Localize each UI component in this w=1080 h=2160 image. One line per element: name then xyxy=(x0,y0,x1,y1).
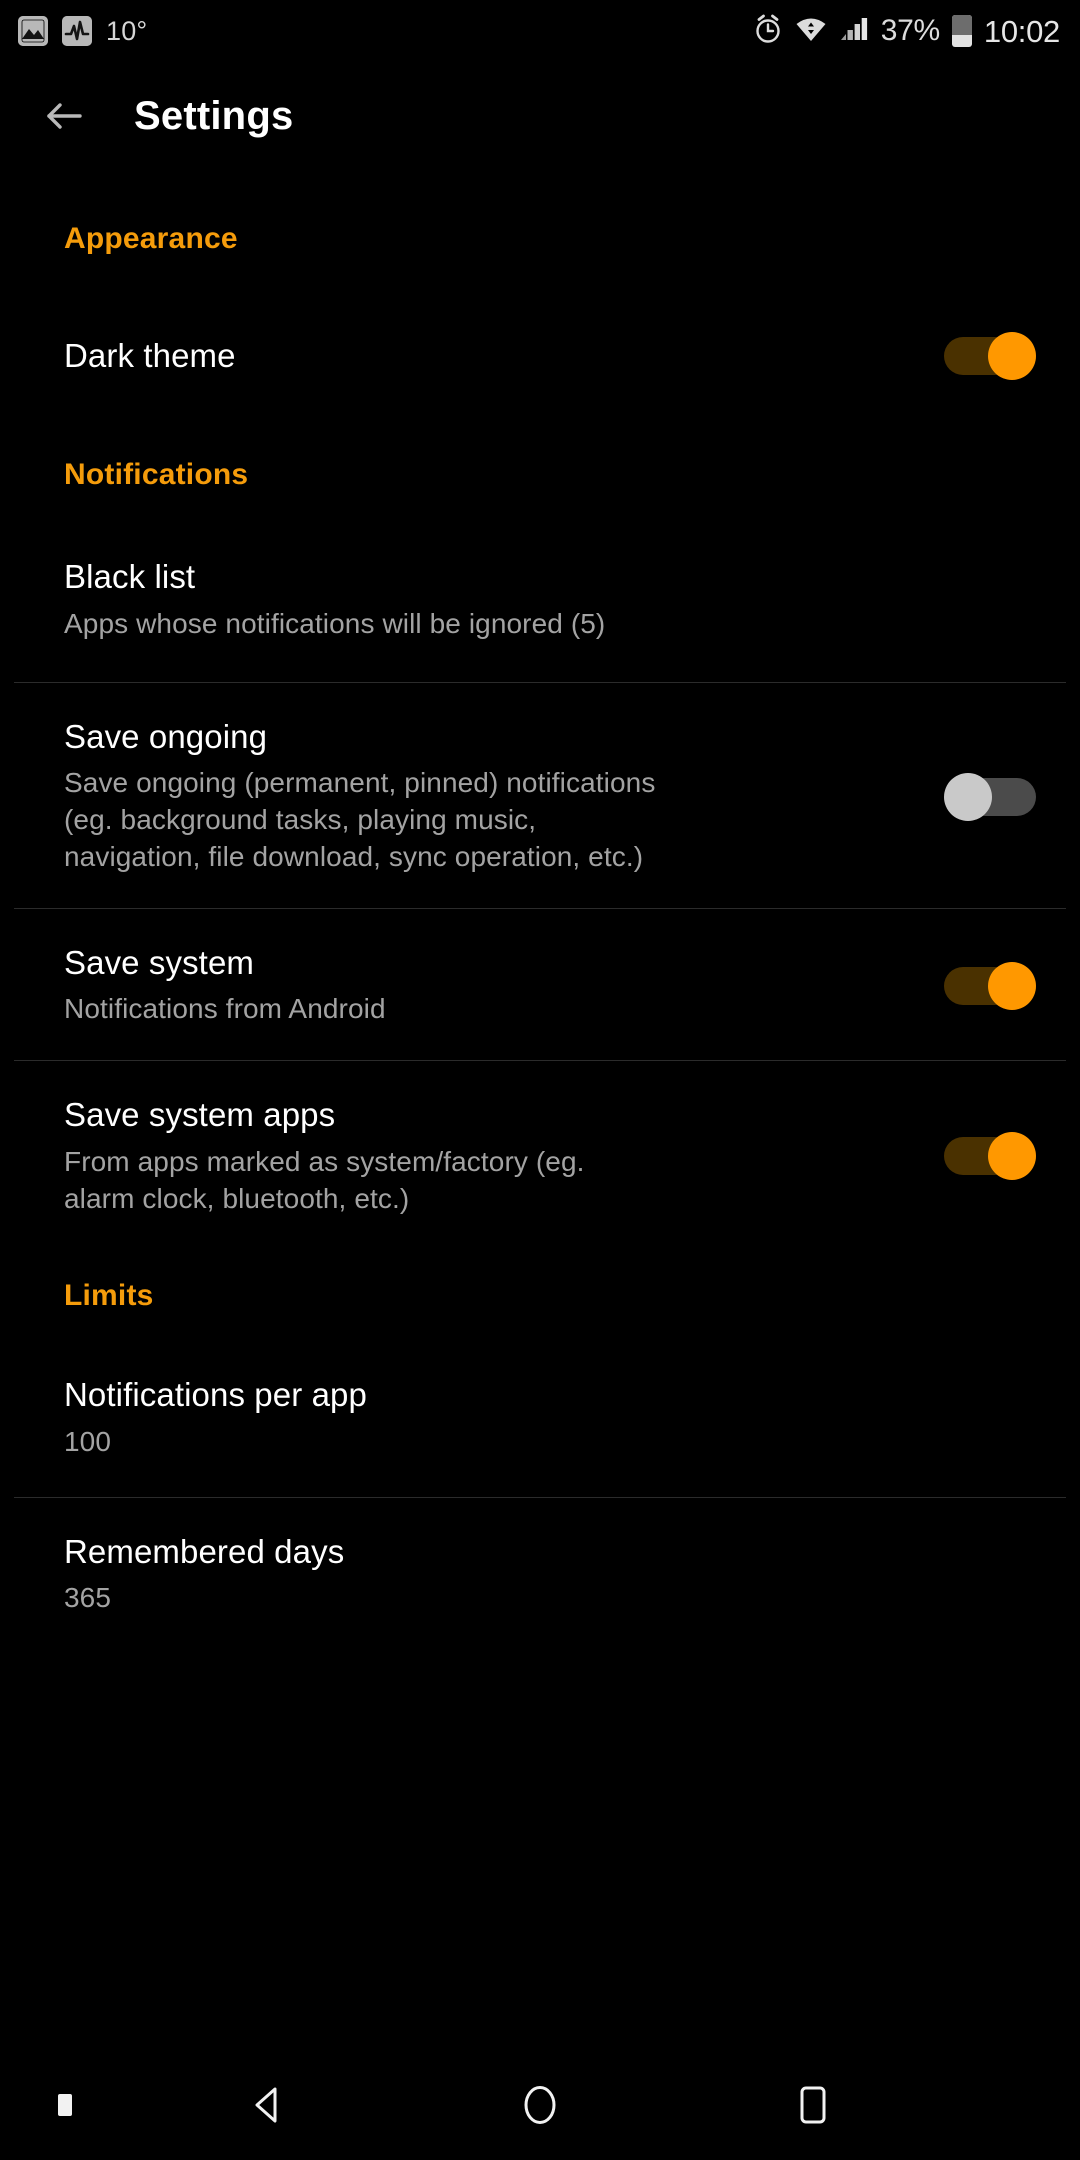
row-subtitle: Apps whose notifications will be ignored… xyxy=(64,607,606,639)
app-bar: Settings xyxy=(0,62,1080,170)
setting-row-save-system[interactable]: Save system Notifications from Android xyxy=(0,943,1080,1028)
section-header-limits: Limits xyxy=(64,1279,154,1313)
setting-row-black-list[interactable]: Black list Apps whose notifications will… xyxy=(0,554,1080,646)
save-system-apps-switch[interactable] xyxy=(944,1132,1036,1181)
battery-percent: 37% xyxy=(880,14,940,47)
row-title: Remembered days xyxy=(64,1532,345,1570)
row-title: Save ongoing xyxy=(64,718,268,755)
row-subtitle: From apps marked as system/factory (eg. … xyxy=(64,1145,585,1214)
section-header-notifications: Notifications xyxy=(64,458,249,491)
row-subtitle: 100 xyxy=(64,1425,112,1457)
save-system-switch[interactable] xyxy=(944,961,1036,1010)
wifi-icon xyxy=(795,14,827,49)
settings-list[interactable]: Appearance Dark theme Notifications Blac… xyxy=(0,170,1080,2050)
row-text: Black list Apps whose notifications will… xyxy=(64,557,1036,642)
row-text: Save system apps From apps marked as sys… xyxy=(64,1095,918,1217)
row-text: Save system Notifications from Android xyxy=(64,943,918,1028)
row-text: Remembered days 365 xyxy=(64,1532,1036,1617)
row-title: Save system apps xyxy=(64,1096,336,1134)
row-subtitle: Notifications from Android xyxy=(64,993,386,1025)
row-subtitle: 365 xyxy=(64,1581,112,1613)
system-navigation-bar xyxy=(0,2050,1080,2160)
row-text: Dark theme xyxy=(64,336,918,376)
signal-icon xyxy=(839,14,869,49)
status-bar: 10° 37% 10:02 xyxy=(0,0,1080,62)
row-title: Notifications per app xyxy=(64,1376,367,1414)
setting-row-remembered-days[interactable]: Remembered days 365 xyxy=(0,1532,1080,1617)
switch-thumb xyxy=(988,332,1036,380)
nav-home-button[interactable] xyxy=(403,2079,676,2131)
row-text: Save ongoing Save ongoing (permanent, pi… xyxy=(64,717,918,876)
row-title: Black list xyxy=(64,558,196,596)
row-text: Notifications per app 100 xyxy=(64,1375,1036,1460)
nav-recents-button[interactable] xyxy=(677,2079,950,2131)
nav-back-button[interactable] xyxy=(130,2079,403,2131)
status-bar-left: 10° xyxy=(18,16,147,46)
page-title: Settings xyxy=(134,93,294,138)
switch-thumb xyxy=(944,772,992,821)
switch-thumb xyxy=(988,1132,1036,1181)
setting-row-notifications-per-app[interactable]: Notifications per app 100 xyxy=(0,1375,1080,1460)
status-bar-clock: 10:02 xyxy=(983,13,1060,49)
alarm-icon xyxy=(753,13,783,49)
battery-icon xyxy=(951,15,972,47)
setting-row-save-system-apps[interactable]: Save system apps From apps marked as sys… xyxy=(0,1095,1080,1217)
section-header-appearance: Appearance xyxy=(64,222,238,255)
row-subtitle: Save ongoing (permanent, pinned) notific… xyxy=(64,767,656,873)
status-bar-right: 37% 10:02 xyxy=(753,13,1060,49)
nav-indicator-dot xyxy=(58,2094,72,2116)
switch-thumb xyxy=(988,961,1036,1010)
setting-row-save-ongoing[interactable]: Save ongoing Save ongoing (permanent, pi… xyxy=(0,717,1080,876)
temperature-text: 10° xyxy=(106,15,148,46)
gallery-icon xyxy=(18,16,48,46)
activity-graph-icon xyxy=(62,16,92,46)
row-title: Dark theme xyxy=(64,336,236,374)
setting-row-dark-theme[interactable]: Dark theme xyxy=(0,318,1080,394)
save-ongoing-switch[interactable] xyxy=(944,772,1036,821)
phone-screen: 10° 37% 10:02 Settings Appearance Dark t… xyxy=(0,0,1080,2160)
back-arrow-icon[interactable] xyxy=(42,94,86,138)
row-title: Save system xyxy=(64,944,254,982)
dark-theme-switch[interactable] xyxy=(944,332,1036,380)
